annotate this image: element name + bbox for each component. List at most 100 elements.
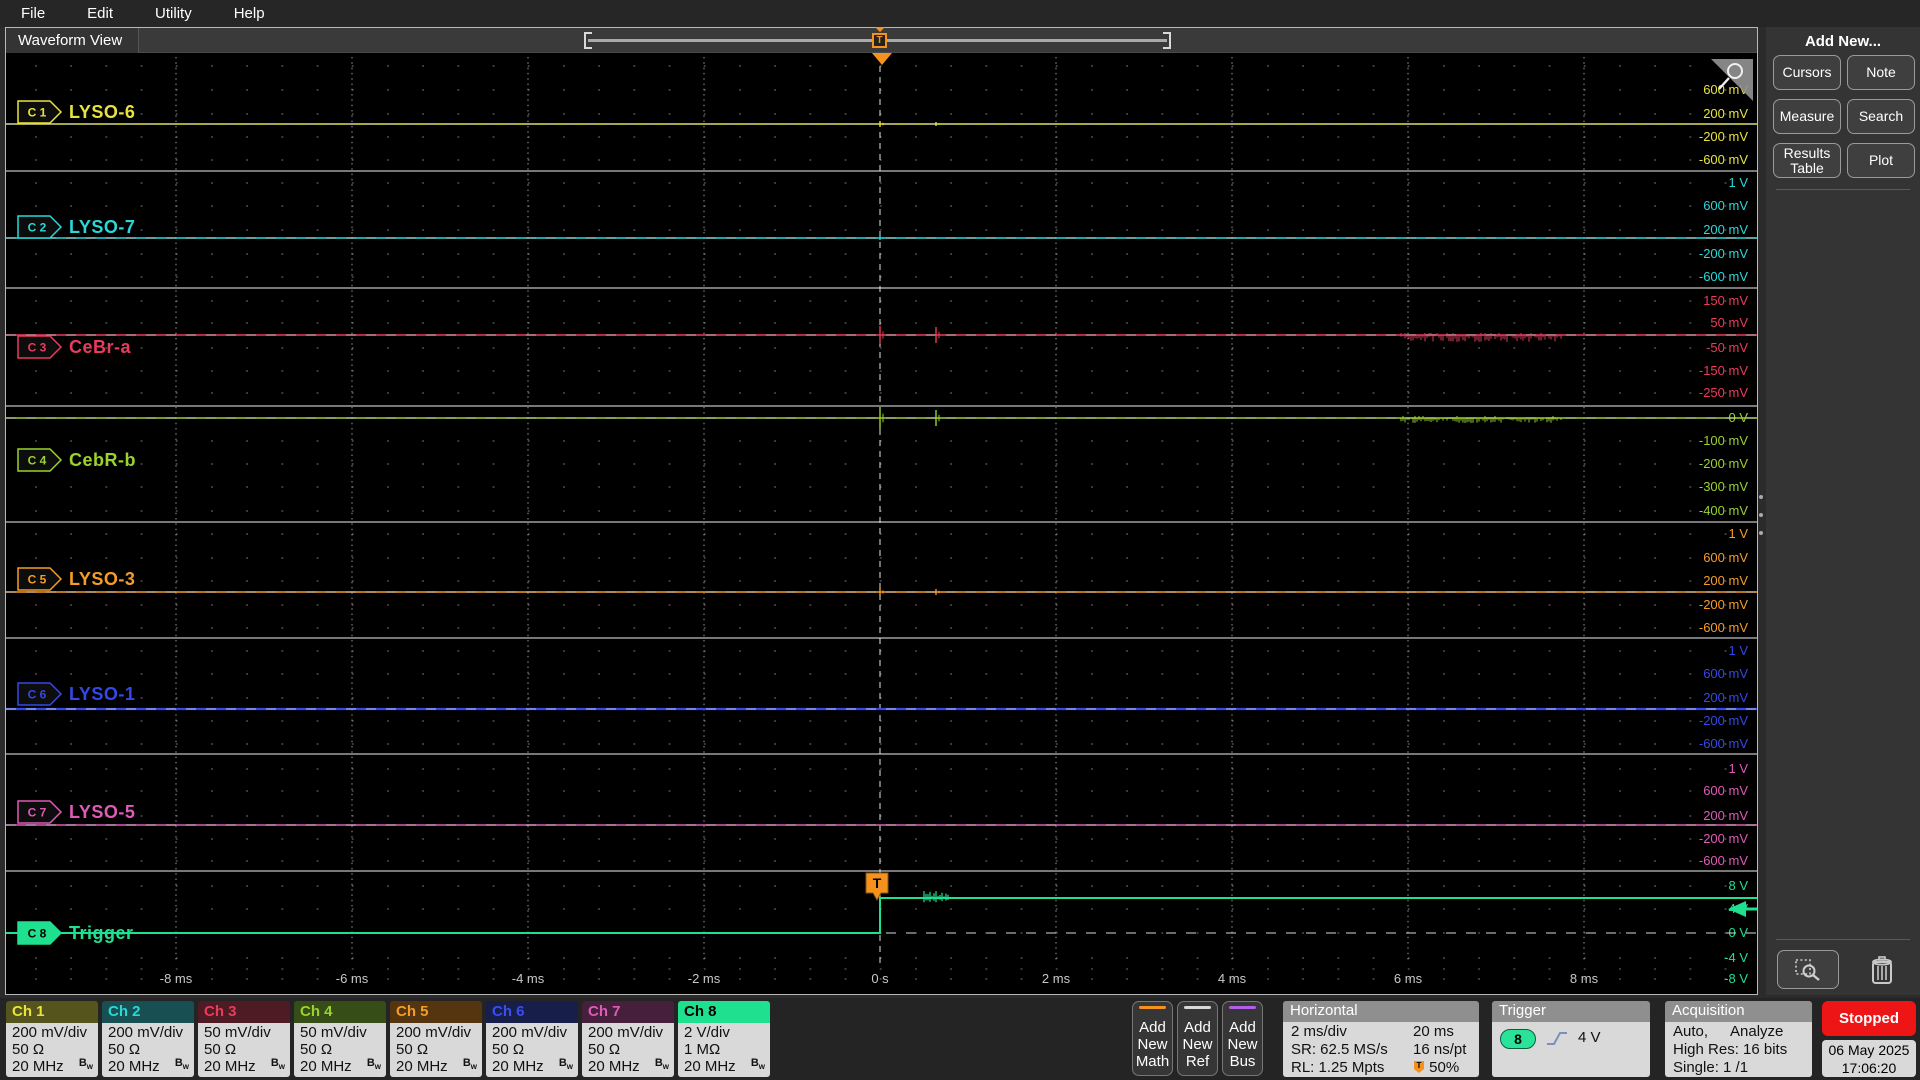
menu-utility[interactable]: Utility bbox=[155, 5, 192, 22]
trigger-position-marker[interactable]: T bbox=[871, 27, 889, 53]
trigger-panel[interactable]: Trigger 8 4 V bbox=[1492, 1001, 1650, 1077]
menu-bar: File Edit Utility Help bbox=[0, 0, 1920, 27]
channel-badge-c2[interactable]: C 2 bbox=[17, 215, 63, 239]
channel-badge-c3[interactable]: C 3 bbox=[17, 335, 63, 359]
waveform-view-container: Waveform View T 600 mV 200 mV -200 mV -600 … bbox=[5, 27, 1758, 995]
scale-label: -4 V bbox=[1724, 950, 1748, 965]
panel-splitter[interactable] bbox=[1758, 495, 1764, 535]
button-cursors[interactable]: Cursors bbox=[1773, 55, 1841, 90]
menu-help[interactable]: Help bbox=[234, 5, 265, 22]
channel-name: LYSO-5 bbox=[69, 802, 135, 822]
acquisition-single: Single: 1 /1 bbox=[1673, 1059, 1749, 1076]
horizontal-scale: 2 ms/div bbox=[1291, 1023, 1347, 1040]
channel-badge-header: Ch 7 bbox=[582, 1001, 674, 1023]
waveform-plot[interactable]: 600 mV 200 mV -200 mV -600 mV C 1 LYSO-6 1 V 60… bbox=[6, 53, 1757, 994]
channel-name: LYSO-7 bbox=[69, 217, 135, 237]
scale-label: -600 mV bbox=[1699, 853, 1748, 868]
channel-settings-ch3[interactable]: Ch 3 50 mV/div 50 Ω 20 MHz Bw bbox=[198, 1001, 290, 1077]
channel-tag-text: C 7 bbox=[28, 806, 47, 820]
trigger-title: Trigger bbox=[1492, 1001, 1650, 1022]
button-note[interactable]: Note bbox=[1847, 55, 1915, 90]
channel-badge-c5[interactable]: C 5 bbox=[17, 567, 63, 591]
button-search[interactable]: Search bbox=[1847, 99, 1915, 134]
add-new-ref-button[interactable]: Add New Ref bbox=[1177, 1001, 1218, 1076]
scale-label: -200 mV bbox=[1699, 246, 1748, 261]
acquisition-mode: Auto, bbox=[1673, 1023, 1709, 1040]
channel-badge-c8[interactable]: C 8 bbox=[17, 921, 63, 945]
acquisition-title: Acquisition bbox=[1665, 1001, 1812, 1022]
channel-badge-body: 50 mV/div 50 Ω 20 MHz Bw bbox=[198, 1023, 290, 1077]
scale-label: -600 mV bbox=[1699, 736, 1748, 751]
channel-scale: 50 mV/div bbox=[300, 1024, 367, 1041]
scale-label: 600 mV bbox=[1703, 198, 1748, 213]
date-text: 06 May 2025 bbox=[1828, 1042, 1910, 1058]
channel-settings-ch1[interactable]: Ch 1 200 mV/div 50 Ω 20 MHz Bw bbox=[6, 1001, 98, 1077]
channel-badge-c7[interactable]: C 7 bbox=[17, 800, 63, 824]
channel-scale: 200 mV/div bbox=[108, 1024, 184, 1041]
record-view-bracket-right bbox=[1163, 32, 1171, 49]
channel-scale: 200 mV/div bbox=[588, 1024, 664, 1041]
acquisition-detail: High Res: 16 bits bbox=[1673, 1041, 1788, 1058]
channel-scale: 200 mV/div bbox=[396, 1024, 472, 1041]
x-axis-label: 4 ms bbox=[1218, 971, 1247, 986]
channel-settings-ch5[interactable]: Ch 5 200 mV/div 50 Ω 20 MHz Bw bbox=[390, 1001, 482, 1077]
zoom-box-icon bbox=[1795, 958, 1820, 981]
channel-badge-body: 200 mV/div 50 Ω 20 MHz Bw bbox=[6, 1023, 98, 1077]
trigger-marker-arrow bbox=[875, 27, 885, 32]
run-stop-button[interactable]: Stopped bbox=[1822, 1001, 1916, 1036]
trigger-position-icon: T bbox=[1414, 1061, 1424, 1073]
scale-label: -150 mV bbox=[1699, 363, 1748, 378]
trigger-marker-arrow-top bbox=[872, 53, 892, 65]
channel-settings-ch6[interactable]: Ch 6 200 mV/div 50 Ω 20 MHz Bw bbox=[486, 1001, 578, 1077]
channel-settings-ch7[interactable]: Ch 7 200 mV/div 50 Ω 20 MHz Bw bbox=[582, 1001, 674, 1077]
tab-waveform-view[interactable]: Waveform View bbox=[6, 28, 140, 53]
scale-label: 150 mV bbox=[1703, 293, 1748, 308]
button-results-table[interactable]: Results Table bbox=[1773, 143, 1841, 178]
channel-tag-text: C 8 bbox=[28, 927, 47, 941]
panel-divider bbox=[1776, 189, 1910, 190]
menu-edit[interactable]: Edit bbox=[87, 5, 113, 22]
horizontal-panel[interactable]: Horizontal 2 ms/div 20 ms SR: 62.5 MS/s … bbox=[1283, 1001, 1479, 1077]
scale-label: 600 mV bbox=[1703, 666, 1748, 681]
add-new-math-button[interactable]: Add New Math bbox=[1132, 1001, 1173, 1076]
status-bar: Ch 1 200 mV/div 50 Ω 20 MHz Bw Ch 2 200 mV/div… bbox=[0, 998, 1920, 1080]
scale-label: -200 mV bbox=[1699, 129, 1748, 144]
button-stripe bbox=[1229, 1006, 1256, 1009]
acquisition-panel[interactable]: Acquisition Auto, Analyze High Res: 16 b… bbox=[1665, 1001, 1812, 1077]
x-axis-label: -2 ms bbox=[688, 971, 721, 986]
scale-label: -250 mV bbox=[1699, 385, 1748, 400]
channel-badge-c6[interactable]: C 6 bbox=[17, 682, 63, 706]
channel-badge-header: Ch 4 bbox=[294, 1001, 386, 1023]
menu-file[interactable]: File bbox=[21, 5, 45, 22]
channel-settings-ch4[interactable]: Ch 4 50 mV/div 50 Ω 20 MHz Bw bbox=[294, 1001, 386, 1077]
bandwidth-limit-icon: Bw bbox=[366, 1056, 381, 1071]
channel-badge-c4[interactable]: C 4 bbox=[17, 448, 63, 472]
x-axis-label: 8 ms bbox=[1570, 971, 1599, 986]
horizontal-position: T 50% bbox=[1413, 1059, 1479, 1077]
scale-label: 50 mV bbox=[1710, 315, 1748, 330]
channel-name: LYSO-3 bbox=[69, 569, 135, 589]
bandwidth-limit-icon: Bw bbox=[78, 1056, 93, 1071]
scale-label: 200 mV bbox=[1703, 573, 1748, 588]
channel-badge-c1[interactable]: C 1 bbox=[17, 100, 63, 124]
scale-label: -600 mV bbox=[1699, 269, 1748, 284]
scale-label: 600 mV bbox=[1703, 783, 1748, 798]
panel-divider bbox=[1776, 939, 1910, 940]
button-measure[interactable]: Measure bbox=[1773, 99, 1841, 134]
scale-label: 1 V bbox=[1728, 643, 1748, 658]
scale-label: 200 mV bbox=[1703, 222, 1748, 237]
trash-button[interactable] bbox=[1864, 952, 1900, 988]
button-plot[interactable]: Plot bbox=[1847, 143, 1915, 178]
zoom-box-button[interactable] bbox=[1777, 950, 1839, 989]
channel-badge-header: Ch 2 bbox=[102, 1001, 194, 1023]
channel-scale: 200 mV/div bbox=[12, 1024, 88, 1041]
add-new-bus-button[interactable]: Add New Bus bbox=[1222, 1001, 1263, 1076]
scale-label: -100 mV bbox=[1699, 433, 1748, 448]
trigger-flag[interactable]: T bbox=[865, 872, 889, 902]
channel-badge-header: Ch 6 bbox=[486, 1001, 578, 1023]
add-new-panel: Add New... Cursors Note Measure Search Resul… bbox=[1766, 27, 1920, 995]
scale-label: -200 mV bbox=[1699, 597, 1748, 612]
channel-settings-ch8[interactable]: Ch 82 V/div 1 MΩ 20 MHz Bw bbox=[678, 1001, 770, 1077]
channel-tag-text: C 6 bbox=[28, 688, 47, 702]
channel-settings-ch2[interactable]: Ch 2 200 mV/div 50 Ω 20 MHz Bw bbox=[102, 1001, 194, 1077]
